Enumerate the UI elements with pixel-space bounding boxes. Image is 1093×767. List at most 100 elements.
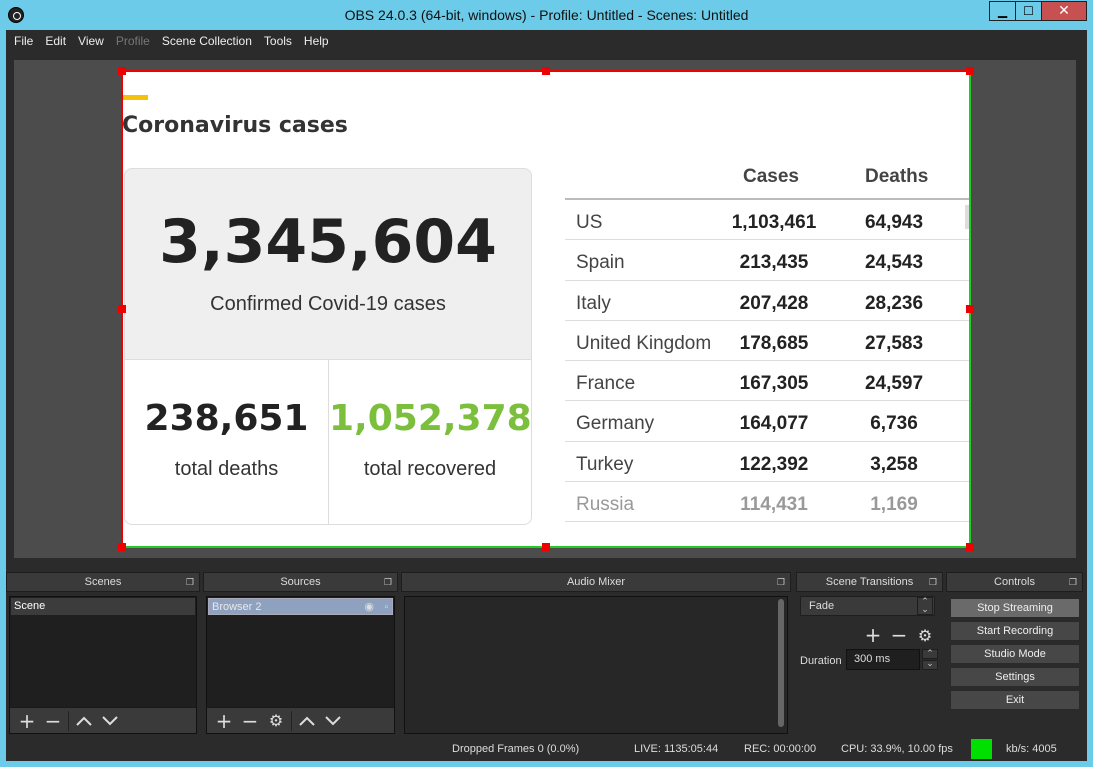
move-up-icon[interactable] (294, 710, 320, 732)
duration-down-icon[interactable]: ⌄ (922, 660, 938, 670)
toolbar-separator (68, 710, 69, 731)
resize-handle[interactable] (118, 67, 126, 75)
controls-dock: Controls ❐ Stop Streaming Start Recordin… (946, 572, 1083, 734)
move-down-icon[interactable] (97, 710, 123, 732)
table-row: Germany 164,077 6,736 (565, 401, 970, 442)
mixer-scrollbar[interactable] (778, 599, 784, 727)
deaths-value: 1,169 (870, 494, 918, 516)
resize-handle[interactable] (118, 543, 126, 551)
remove-icon[interactable]: − (237, 709, 263, 733)
table-row: France 167,305 24,597 (565, 361, 970, 402)
scenes-dock-title: Scenes (84, 576, 122, 588)
cases-value: 213,435 (739, 252, 809, 274)
select-spinner-icon[interactable]: ⌃ ⌄ (917, 597, 933, 615)
confirmed-card: 3,345,604 Confirmed Covid-19 cases (124, 168, 532, 360)
preview-area[interactable]: Coronavirus cases 3,345,604 Confirmed Co… (14, 60, 1076, 558)
menu-help[interactable]: Help (298, 34, 335, 48)
toolbar-separator (291, 710, 292, 731)
menu-tools[interactable]: Tools (258, 34, 298, 48)
visibility-eye-icon[interactable]: ◉ (364, 599, 374, 616)
deaths-value: 27,583 (864, 332, 924, 354)
resize-handle[interactable] (118, 305, 126, 313)
studio-mode-button[interactable]: Studio Mode (950, 644, 1080, 664)
browser-source-canvas[interactable]: Coronavirus cases 3,345,604 Confirmed Co… (122, 71, 970, 548)
remove-icon[interactable]: − (40, 709, 66, 733)
scenes-list[interactable]: Scene + − (9, 596, 197, 734)
bitrate: kb/s: 4005 (1006, 743, 1057, 755)
lock-icon[interactable]: ▫ (384, 599, 388, 616)
table-row: Spain 213,435 24,543 (565, 240, 970, 281)
cases-value: 114,431 (740, 494, 808, 516)
deaths-label: total deaths (174, 458, 279, 480)
minimize-button[interactable]: ▁ (989, 1, 1016, 21)
source-name: Browser 2 (212, 601, 262, 613)
settings-button[interactable]: Settings (950, 667, 1080, 687)
deaths-value: 3,258 (870, 453, 918, 475)
resize-handle[interactable] (966, 67, 974, 75)
start-recording-button[interactable]: Start Recording (950, 621, 1080, 641)
country-table: Cases Deaths US 1,103,461 64,943 Spain 213,4… (565, 164, 970, 523)
add-icon[interactable]: + (860, 623, 886, 647)
resize-handle[interactable] (966, 305, 974, 313)
resize-handle[interactable] (542, 67, 550, 75)
country-name: United Kingdom (576, 332, 712, 354)
country-name: Russia (576, 494, 635, 516)
cases-value: 164,077 (739, 413, 809, 435)
exit-button[interactable]: Exit (950, 690, 1080, 710)
gear-icon[interactable]: ⚙ (912, 624, 938, 646)
country-name: Turkey (576, 453, 634, 475)
accent-bar (122, 95, 148, 100)
country-name: Spain (576, 252, 625, 274)
table-row: United Kingdom 178,685 27,583 (565, 321, 970, 362)
menu-profile[interactable]: Profile (110, 34, 156, 48)
move-up-icon[interactable] (71, 710, 97, 732)
menu-scene-collection[interactable]: Scene Collection (156, 34, 258, 48)
controls-dock-header: Controls ❐ (946, 572, 1083, 592)
table-header: Cases Deaths (565, 164, 970, 200)
undock-icon[interactable]: ❐ (777, 573, 785, 591)
title-bar: OBS 24.0.3 (64-bit, windows) - Profile: … (0, 0, 1093, 30)
undock-icon[interactable]: ❐ (1069, 573, 1077, 591)
sources-dock-title: Sources (280, 576, 321, 588)
move-down-icon[interactable] (320, 710, 346, 732)
totals-card: 238,651 total deaths 1,052,378 total rec… (124, 359, 532, 525)
list-item[interactable]: Scene (11, 598, 195, 615)
undock-icon[interactable]: ❐ (929, 573, 937, 591)
stop-streaming-button[interactable]: Stop Streaming (950, 598, 1080, 618)
recovered-value: 1,052,378 (329, 398, 532, 439)
table-row: Russia 114,431 1,169 (565, 482, 970, 523)
scenes-dock: Scenes ❐ Scene + − (6, 572, 200, 734)
transition-select[interactable]: Fade (800, 596, 935, 616)
window-controls: ▁ ☐ ✕ (989, 1, 1087, 21)
sources-toolbar: + − ⚙ (207, 707, 394, 733)
resize-handle[interactable] (542, 543, 550, 551)
gear-icon[interactable]: ⚙ (263, 710, 289, 732)
maximize-button[interactable]: ☐ (1015, 1, 1042, 21)
dropped-frames: Dropped Frames 0 (0.0%) (452, 743, 580, 755)
menu-view[interactable]: View (72, 34, 110, 48)
mixer-dock-title: Audio Mixer (566, 576, 626, 588)
duration-input[interactable]: 300 ms (846, 649, 920, 670)
dashboard-title: Coronavirus cases (122, 113, 348, 138)
country-name: US (576, 212, 603, 233)
duration-up-icon[interactable]: ⌃ (922, 649, 938, 659)
resize-handle[interactable] (966, 543, 974, 551)
controls-dock-title: Controls (994, 576, 1035, 588)
undock-icon[interactable]: ❐ (384, 573, 392, 591)
menu-edit[interactable]: Edit (39, 34, 72, 48)
add-icon[interactable]: + (211, 709, 237, 733)
close-button[interactable]: ✕ (1041, 1, 1087, 21)
confirmed-value: 3,345,604 (159, 207, 497, 277)
list-item[interactable]: Browser 2 ◉ ▫ (208, 598, 393, 615)
menu-file[interactable]: File (8, 34, 39, 48)
cases-value: 207,428 (739, 292, 809, 314)
add-icon[interactable]: + (14, 709, 40, 733)
remove-icon[interactable]: − (886, 623, 912, 647)
sources-list[interactable]: Browser 2 ◉ ▫ + − ⚙ (206, 596, 395, 734)
country-name: Italy (576, 292, 611, 314)
window-title: OBS 24.0.3 (64-bit, windows) - Profile: … (344, 7, 749, 23)
undock-icon[interactable]: ❐ (186, 573, 194, 591)
deaths-value: 28,236 (864, 292, 924, 314)
sources-dock: Sources ❐ Browser 2 ◉ ▫ + − ⚙ (203, 572, 398, 734)
table-row: US 1,103,461 64,943 (565, 200, 970, 241)
